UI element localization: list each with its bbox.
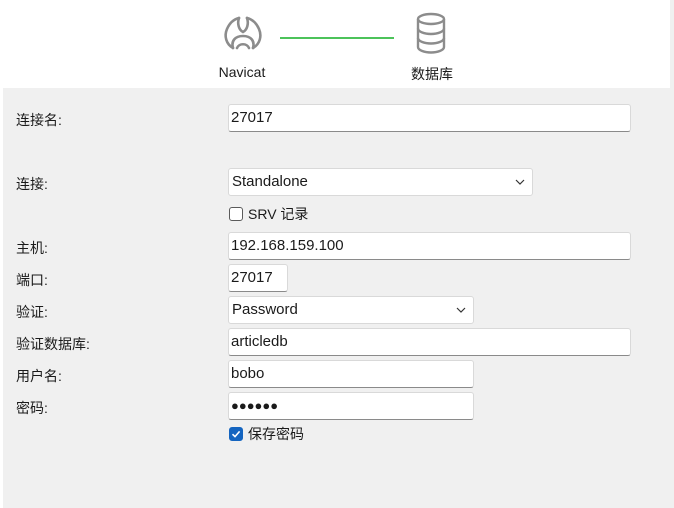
connection-type-select[interactable]: Standalone: [228, 168, 533, 196]
auth-method-value: Password: [232, 301, 298, 318]
srv-record-label: SRV 记录: [248, 206, 309, 222]
srv-record-checkbox-row[interactable]: SRV 记录: [229, 204, 308, 224]
connection-name-input[interactable]: 27017: [228, 104, 631, 132]
username-input[interactable]: bobo: [228, 360, 474, 388]
connection-name-label: 连接名:: [16, 112, 62, 128]
chevron-down-icon: [515, 179, 525, 185]
port-label: 端口:: [16, 272, 48, 288]
save-password-checkbox[interactable]: [229, 427, 243, 441]
chevron-down-icon: [456, 307, 466, 313]
connection-type-value: Standalone: [232, 173, 308, 190]
step-label-navicat: Navicat: [218, 64, 266, 80]
host-label: 主机:: [16, 240, 48, 256]
database-icon: [416, 12, 446, 54]
wizard-header: Navicat 数据库: [3, 0, 670, 88]
save-password-checkbox-row[interactable]: 保存密码: [229, 424, 304, 444]
auth-db-input[interactable]: articledb: [228, 328, 631, 356]
checkmark-icon: [231, 430, 241, 438]
auth-label: 验证:: [16, 304, 48, 320]
password-label: 密码:: [16, 400, 48, 416]
connection-label: 连接:: [16, 176, 48, 192]
auth-method-select[interactable]: Password: [228, 296, 474, 324]
host-input[interactable]: 192.168.159.100: [228, 232, 631, 260]
port-input[interactable]: 27017: [228, 264, 288, 292]
save-password-label: 保存密码: [248, 426, 304, 442]
navicat-logo-icon: [224, 16, 262, 50]
password-input[interactable]: ●●●●●●: [228, 392, 474, 420]
step-label-database: 数据库: [411, 66, 453, 82]
username-label: 用户名:: [16, 368, 62, 384]
srv-record-checkbox[interactable]: [229, 207, 243, 221]
auth-db-label: 验证数据库:: [16, 336, 90, 352]
step-connector: [280, 37, 394, 39]
